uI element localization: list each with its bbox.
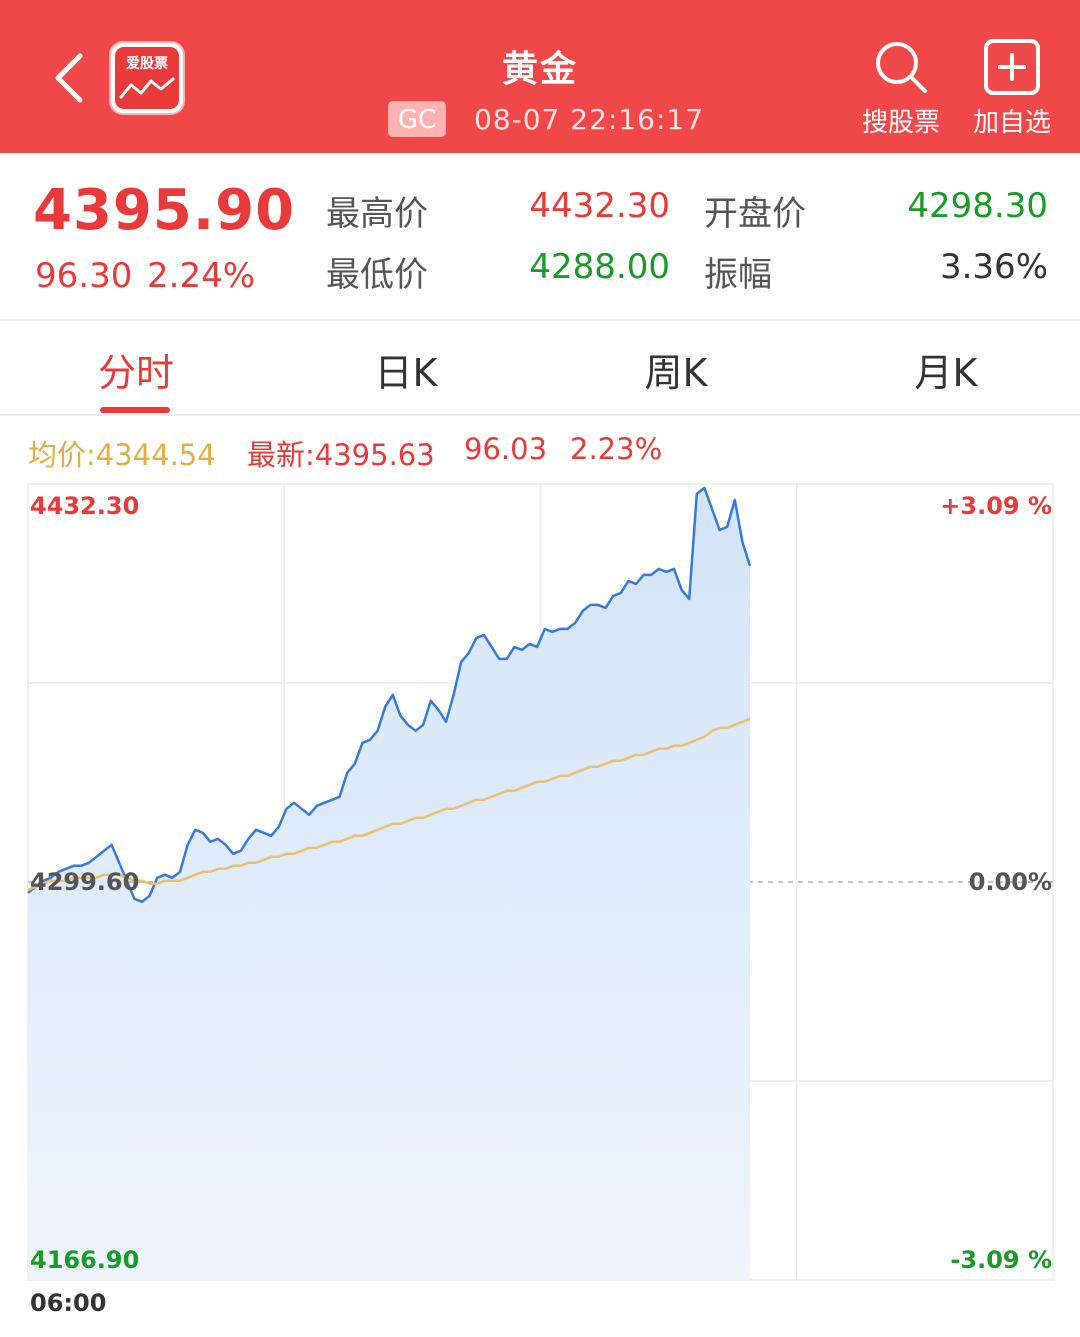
active-tab-indicator — [100, 407, 170, 413]
search-icon — [876, 42, 927, 93]
add-watchlist-button[interactable]: 加自选 — [965, 36, 1059, 139]
high-value: 4432.30 — [529, 186, 670, 226]
quote-datetime: 08-07 22:16:17 — [474, 103, 705, 136]
price-change-pct: 2.24% — [147, 256, 256, 296]
open-label: 开盘价 — [704, 194, 806, 234]
open-value: 4298.30 — [907, 186, 1048, 226]
tab-intraday[interactable]: 分时 — [66, 342, 206, 397]
search-stock-button[interactable]: 搜股票 — [856, 36, 946, 139]
pct-max-label: +3.09 % — [940, 492, 1052, 520]
amplitude-label: 振幅 — [704, 255, 772, 295]
y-min-label: 4166.90 — [30, 1246, 139, 1274]
symbol-code-badge: GC — [388, 101, 446, 137]
pct-mid-label: 0.00% — [969, 868, 1052, 896]
pct-min-label: -3.09 % — [950, 1246, 1052, 1274]
latest-price-readout: 最新:4395.63 — [247, 438, 435, 472]
tab-weekly-k[interactable]: 周K — [606, 342, 746, 397]
average-price-readout: 均价:4344.54 — [28, 438, 216, 472]
last-price: 4395.90 — [33, 178, 296, 243]
search-stock-label: 搜股票 — [861, 108, 940, 138]
tab-daily-k[interactable]: 日K — [336, 342, 476, 397]
high-label: 最高价 — [326, 194, 428, 234]
y-mid-label: 4299.60 — [30, 868, 139, 896]
low-label: 最低价 — [326, 255, 428, 295]
price-change: 96.30 — [35, 256, 133, 296]
amplitude-value: 3.36% — [939, 247, 1048, 287]
latest-change-readout: 96.03 — [464, 432, 548, 466]
intraday-chart[interactable]: 4432.30 +3.09 % 4299.60 0.00% 4166.90 -3.09 %… — [0, 480, 1080, 1337]
add-watchlist-label: 加自选 — [972, 108, 1051, 138]
latest-pct-readout: 2.23% — [570, 432, 663, 466]
divider — [0, 414, 1080, 416]
divider — [0, 319, 1080, 321]
x-start-label: 06:00 — [30, 1289, 106, 1317]
plus-icon — [984, 39, 1040, 95]
y-max-label: 4432.30 — [30, 492, 139, 520]
tab-monthly-k[interactable]: 月K — [876, 342, 1016, 397]
low-value: 4288.00 — [529, 247, 670, 287]
